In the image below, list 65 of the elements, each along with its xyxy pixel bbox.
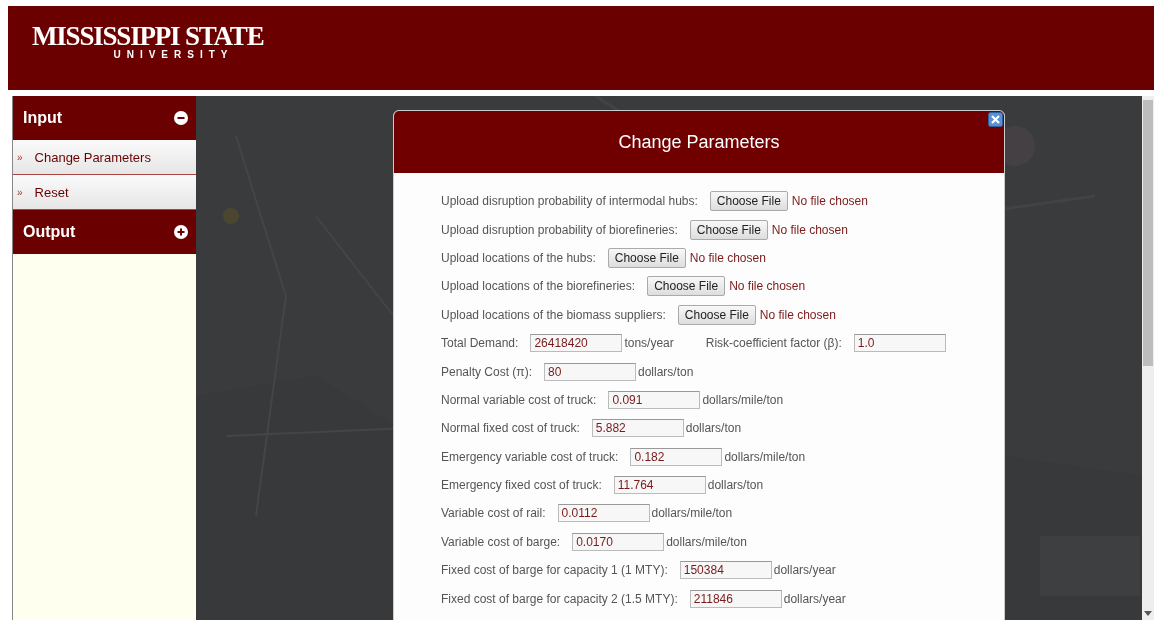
file-status: No file chosen [729, 279, 806, 294]
field-label: Variable cost of barge: [441, 534, 561, 549]
field-label: Upload disruption probability of biorefineries: [441, 222, 678, 237]
section-header[interactable]: Output [13, 210, 196, 254]
field-label: Risk-coefficient factor (β): [705, 336, 842, 351]
section-title: Output [23, 223, 76, 241]
choose-file-button[interactable]: Choose File [607, 247, 686, 268]
field-label: Upload disruption probability of intermodal hubs: [441, 194, 698, 209]
file-status: No file chosen [759, 307, 836, 322]
field-label: Fixed cost of barge for capacity 2 (1.5 MTY): [441, 591, 678, 606]
field-label: Normal variable cost of truck: [441, 392, 597, 407]
field-label: Upload locations of the biomass suppliers: [441, 307, 666, 322]
plus-icon[interactable] [174, 225, 188, 239]
file-status: No file chosen [689, 250, 766, 265]
input-field[interactable]: 26418420 [530, 334, 623, 353]
choose-file-button[interactable]: Choose File [689, 219, 768, 240]
item-label: Reset [34, 184, 69, 200]
item-label: Change Parameters [34, 149, 151, 165]
input-field[interactable]: 0.182 [630, 447, 723, 466]
field-label: Fixed cost of barge for capacity 1 (1 MTY): [441, 563, 668, 578]
unit-label: dollars/year [773, 563, 836, 578]
input-field[interactable]: 0.091 [608, 390, 701, 409]
close-icon[interactable] [988, 112, 1003, 127]
unit-label: dollars/ton [638, 364, 694, 379]
input-field[interactable]: 150384 [679, 561, 772, 580]
logo-subtitle: UNIVERSITY [113, 50, 234, 60]
field-label: Normal fixed cost of truck: [441, 421, 580, 436]
scrollbar[interactable] [1142, 96, 1154, 620]
input-field[interactable]: 1.0 [853, 334, 946, 353]
unit-label: dollars/mile/ton [651, 506, 733, 521]
bullet-marker: » [17, 186, 23, 198]
unit-label: dollars/mile/ton [666, 534, 747, 549]
logo-title: MISSISSIPPI STATE [32, 22, 264, 50]
minus-icon[interactable] [174, 111, 188, 125]
unit-label: dollars/ton [707, 478, 764, 493]
field-label: Upload locations of the hubs: [441, 250, 596, 265]
section-title: Input [23, 109, 63, 127]
field-label: Emergency variable cost of truck: [441, 449, 619, 464]
sidebar-item[interactable]: » Change Parameters [13, 140, 196, 175]
choose-file-button[interactable]: Choose File [677, 304, 756, 325]
unit-label: tons/year [624, 336, 674, 351]
unit-label: dollars/mile/ton [724, 449, 806, 464]
dialog-title: Change Parameters [618, 131, 780, 153]
input-field[interactable]: 5.882 [591, 419, 684, 438]
input-field[interactable]: 0.0112 [557, 504, 650, 523]
field-label: Variable cost of rail: [441, 506, 546, 521]
input-field[interactable]: 80 [544, 362, 636, 381]
field-label: Emergency fixed cost of truck: [441, 478, 602, 493]
choose-file-button[interactable]: Choose File [647, 276, 726, 297]
unit-label: dollars/ton [685, 421, 742, 436]
choose-file-button[interactable]: Choose File [709, 191, 788, 212]
field-label: Upload locations of the biorefineries: [441, 279, 636, 294]
input-field[interactable]: 0.0170 [572, 532, 665, 551]
file-status: No file chosen [791, 194, 868, 209]
unit-label: dollars/mile/ton [702, 392, 784, 407]
file-status: No file chosen [771, 222, 848, 237]
field-label: Total Demand: [441, 336, 519, 351]
bullet-marker: » [17, 151, 23, 163]
sidebar-item[interactable]: » Reset [13, 175, 196, 210]
section-header[interactable]: Input [13, 96, 196, 140]
input-field[interactable]: 11.764 [613, 476, 706, 495]
field-label: Penalty Cost (π): [441, 364, 532, 379]
input-field[interactable]: 211846 [689, 589, 782, 608]
unit-label: dollars/year [783, 591, 846, 606]
scroll-down-icon[interactable] [1144, 611, 1152, 616]
